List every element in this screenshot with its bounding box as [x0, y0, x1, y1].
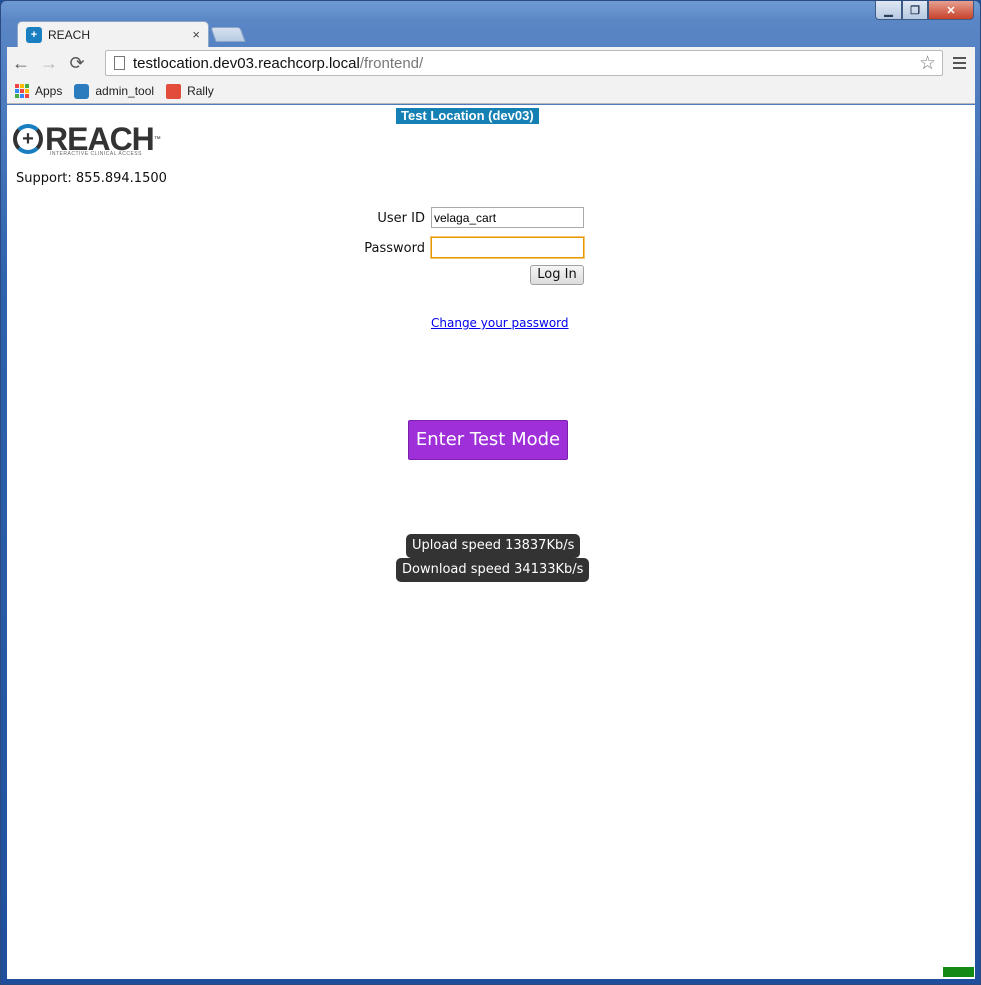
- window-controls: ▁ ❐ ✕: [875, 1, 974, 21]
- browser-window: ▁ ❐ ✕ + REACH × ← → ⟳ testlocation.dev03…: [0, 0, 981, 985]
- page-icon: [114, 56, 125, 70]
- upload-speed-badge: Upload speed 13837Kb/s: [406, 534, 581, 558]
- minimize-button[interactable]: ▁: [875, 1, 902, 20]
- environment-banner: Test Location (dev03): [396, 108, 539, 124]
- url-path: /frontend/: [359, 54, 424, 72]
- tab-title: REACH: [48, 27, 91, 42]
- apps-grid-icon: [15, 84, 29, 98]
- admin-tool-icon: [74, 83, 90, 99]
- status-indicator: [943, 967, 974, 977]
- bookmark-label: Apps: [35, 84, 63, 98]
- close-window-button[interactable]: ✕: [928, 1, 974, 20]
- forward-button[interactable]: →: [35, 49, 63, 77]
- logo-text: REACH: [45, 121, 155, 157]
- reach-logo: + REACH ™ INTERACTIVE CLINICAL ACCESS: [13, 121, 161, 157]
- password-input[interactable]: [431, 237, 584, 258]
- maximize-button[interactable]: ❐: [902, 1, 928, 20]
- new-tab-button[interactable]: [210, 27, 246, 42]
- enter-test-mode-button[interactable]: Enter Test Mode: [408, 420, 568, 460]
- bookmark-label: Rally: [187, 84, 214, 98]
- reload-button[interactable]: ⟳: [63, 49, 91, 77]
- bookmark-admin-tool[interactable]: admin_tool: [74, 83, 155, 99]
- rally-icon: [166, 83, 182, 99]
- back-button[interactable]: ←: [7, 49, 35, 77]
- url-host: testlocation.dev03.reachcorp.local: [133, 54, 360, 72]
- bookmark-apps[interactable]: Apps: [15, 84, 62, 98]
- address-bar[interactable]: testlocation.dev03.reachcorp.local/front…: [105, 50, 943, 76]
- bookmark-rally[interactable]: Rally: [166, 83, 214, 99]
- logo-trademark: ™: [153, 135, 161, 143]
- download-speed-badge: Download speed 34133Kb/s: [396, 558, 590, 582]
- support-phone: Support: 855.894.1500: [16, 171, 167, 186]
- browser-tab[interactable]: + REACH ×: [17, 21, 209, 47]
- tab-close-icon[interactable]: ×: [192, 27, 200, 42]
- reach-logo-icon: +: [13, 124, 43, 154]
- password-label: Password: [364, 241, 425, 256]
- bookmark-label: admin_tool: [95, 84, 155, 98]
- change-password-link[interactable]: Change your password: [431, 316, 569, 330]
- logo-subtitle: INTERACTIVE CLINICAL ACCESS: [50, 151, 142, 157]
- user-id-input[interactable]: [431, 207, 584, 228]
- bookmarks-bar: Apps admin_tool Rally: [7, 79, 975, 104]
- browser-toolbar: ← → ⟳ testlocation.dev03.reachcorp.local…: [7, 47, 975, 79]
- reach-favicon-icon: +: [26, 26, 42, 43]
- bookmark-star-icon[interactable]: ☆: [919, 52, 936, 75]
- user-id-label: User ID: [377, 211, 425, 226]
- chrome-menu-icon[interactable]: [947, 51, 971, 75]
- page-viewport: Test Location (dev03) + REACH ™ INTERACTI…: [7, 105, 975, 979]
- log-in-button[interactable]: Log In: [530, 265, 584, 285]
